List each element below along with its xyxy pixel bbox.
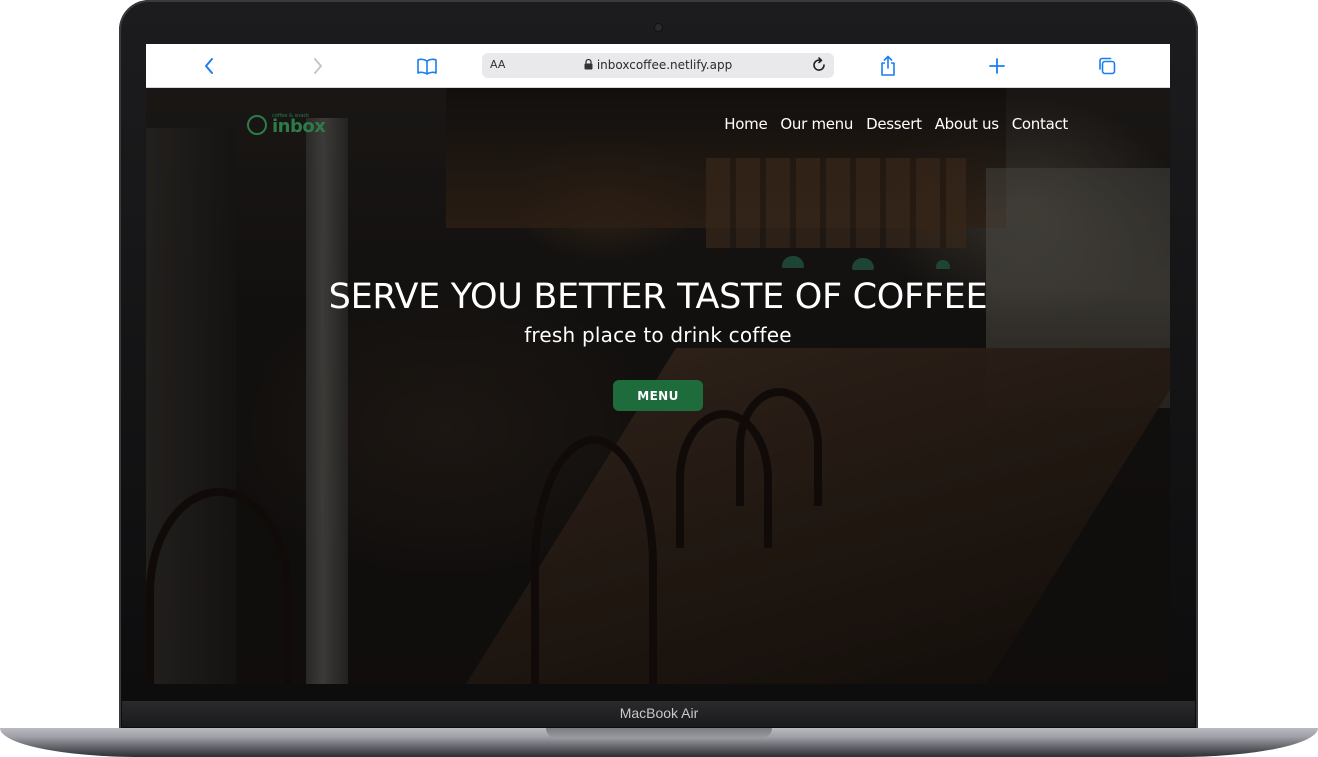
hero-title: SERVE YOU BETTER TASTE OF COFFEE	[328, 277, 988, 317]
nav-link-dessert[interactable]: Dessert	[866, 115, 922, 133]
device-label: MacBook Air	[619, 705, 699, 721]
forward-chevron-icon[interactable]	[306, 54, 330, 78]
menu-button[interactable]: MENU	[613, 380, 703, 411]
back-chevron-icon[interactable]	[197, 54, 221, 78]
nav-link-about-us[interactable]: About us	[935, 115, 999, 133]
nav-link-our-menu[interactable]: Our menu	[780, 115, 853, 133]
bookmarks-book-icon[interactable]	[415, 54, 439, 78]
webcam	[655, 24, 662, 31]
address-bar[interactable]: AA inboxcoffee.netlify.app	[482, 53, 834, 78]
nav-link-contact[interactable]: Contact	[1012, 115, 1069, 133]
reload-icon[interactable]	[810, 56, 828, 74]
nav-link-home[interactable]: Home	[724, 115, 767, 133]
logo-mark-icon	[247, 115, 267, 135]
lock-icon	[584, 59, 593, 70]
browser-toolbar: AA inboxcoffee.netlify.app	[146, 44, 1170, 88]
url-text: inboxcoffee.netlify.app	[596, 58, 733, 72]
laptop-opening-notch	[546, 728, 772, 738]
site-logo[interactable]: coffee & snack inbox	[247, 110, 326, 140]
hero-subtitle: fresh place to drink coffee	[524, 323, 792, 347]
share-icon[interactable]	[876, 54, 900, 78]
laptop-screen: AA inboxcoffee.netlify.app coffee & snac…	[146, 44, 1170, 684]
new-tab-plus-icon[interactable]	[985, 54, 1009, 78]
hero-section: coffee & snack inbox Home Our menu Desse…	[146, 88, 1170, 684]
logo-wordmark: inbox	[272, 116, 326, 137]
tabs-icon[interactable]	[1095, 54, 1119, 78]
site-nav: Home Our menu Dessert About us Contact	[724, 115, 1068, 133]
